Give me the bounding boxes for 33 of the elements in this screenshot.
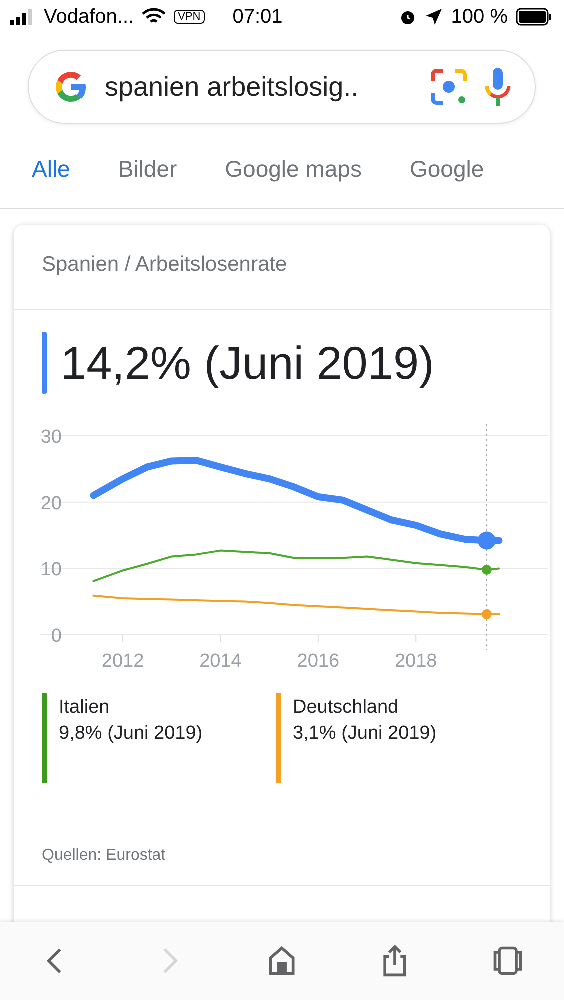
microphone-icon[interactable] [483,66,513,108]
clock-time: 07:01 [232,6,283,28]
vpn-badge: VPN [174,10,205,24]
legend-value: 9,8% (Juni 2019) [59,723,203,745]
axis-label: 2014 [200,651,242,672]
headline-value: 14,2% (Juni 2019) [61,336,434,390]
search-field[interactable]: spanien arbeitslosig.. [28,50,536,124]
axis-label: 30 [40,427,62,448]
location-icon [425,8,444,26]
tab[interactable]: Google maps [225,146,362,208]
search-query: spanien arbeitslosig.. [105,72,360,102]
breadcrumb: Spanien / Arbeitslosenrate [14,225,550,310]
carrier-name: Vodafon... [44,6,134,28]
tab[interactable]: Google [410,146,484,208]
data-point [478,532,496,550]
axis-label: 2018 [394,651,438,672]
accent-bar [42,332,47,394]
battery-percent: 100 % [451,6,508,28]
legend-name: Deutschland [293,697,400,719]
tab[interactable]: Bilder [118,146,178,208]
axis-label: 10 [40,560,62,581]
axis-label: 0 [51,626,62,647]
tab[interactable]: Alle [32,146,70,208]
axis-label: 2012 [102,651,144,672]
camera-lens-icon[interactable] [429,67,469,107]
legend-value: 3,1% (Juni 2019) [293,723,437,745]
axis-label: 2016 [297,651,340,672]
data-point [482,565,492,575]
axis-label: 20 [40,493,62,514]
legend-name: Italien [59,697,111,719]
sources-text: Quellen: Eurostat [14,783,550,886]
battery-icon [516,8,552,26]
data-point [482,609,492,620]
